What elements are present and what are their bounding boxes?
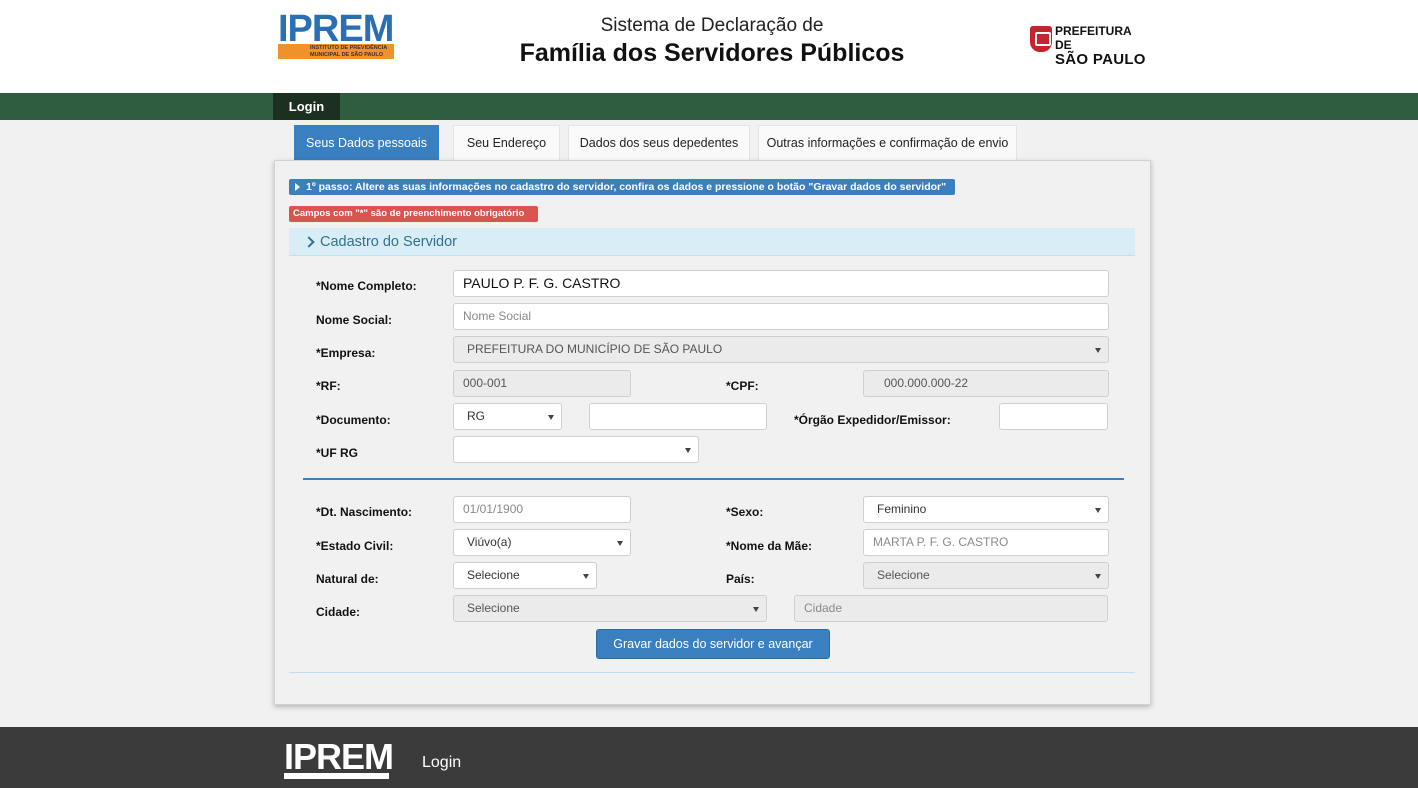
documento-label: *Documento: (316, 413, 391, 427)
page-header: IPREM INSTITUTO DE PREVIDÊNCIA MUNICIPAL… (0, 0, 1418, 93)
footer-logo-bar (284, 773, 389, 779)
prefeitura-line2: SÃO PAULO (1055, 51, 1146, 68)
estado-civil-select[interactable]: Viúvo(a) (453, 529, 631, 556)
uf-rg-label: *UF RG (316, 446, 358, 460)
chevron-down-icon (548, 415, 554, 420)
sp-crest-icon (1030, 26, 1052, 52)
section-header[interactable]: Cadastro do Servidor (289, 228, 1135, 256)
cidade-label: Cidade: (316, 605, 361, 619)
prefeitura-logo[interactable]: PREFEITURA DE SÃO PAULO (1030, 24, 1150, 68)
iprem-subtitle-line1: INSTITUTO DE PREVIDÊNCIA (310, 45, 388, 51)
tab-dados-pessoais[interactable]: Seus Dados pessoais (294, 125, 439, 160)
nome-mae-label: *Nome da Mãe: (726, 539, 813, 553)
form-panel: 1º passo: Altere as suas informações no … (274, 160, 1151, 705)
page-title: Sistema de Declaração de Família dos Ser… (460, 14, 964, 68)
chevron-down-icon (753, 607, 759, 612)
nome-social-input[interactable]: Nome Social (453, 303, 1109, 330)
title-line1: Sistema de Declaração de (600, 15, 824, 36)
natural-de-select[interactable]: Selecione (453, 562, 597, 589)
nome-completo-input[interactable]: PAULO P. F. G. CASTRO (453, 270, 1109, 297)
save-and-next-button[interactable]: Gravar dados do servidor e avançar (596, 629, 830, 659)
cidade-input[interactable]: Cidade (794, 595, 1108, 622)
chevron-down-icon (1095, 574, 1101, 579)
prefeitura-text: PREFEITURA DE SÃO PAULO (1055, 24, 1150, 68)
dt-nascimento-label: *Dt. Nascimento: (316, 505, 413, 519)
documento-type-select[interactable]: RG (453, 403, 562, 430)
orgao-emissor-label: *Órgão Expedidor/Emissor: (794, 413, 951, 427)
iprem-logo[interactable]: IPREM INSTITUTO DE PREVIDÊNCIA MUNICIPAL… (278, 10, 394, 60)
iprem-logo-text: IPREM (278, 8, 394, 50)
chevron-right-icon (303, 236, 315, 248)
natural-de-label: Natural de: (316, 572, 379, 586)
pais-value: Selecione (877, 568, 930, 582)
tab-outras-informacoes[interactable]: Outras informações e confirmação de envi… (758, 125, 1017, 160)
sexo-value: Feminino (877, 502, 927, 516)
orgao-emissor-input[interactable] (999, 403, 1108, 430)
chevron-down-icon (617, 541, 623, 546)
nome-completo-label: *Nome Completo: (316, 279, 417, 293)
page-footer: IPREM Login (0, 727, 1418, 788)
iprem-logo-subtitle: INSTITUTO DE PREVIDÊNCIA MUNICIPAL DE SÃ… (310, 45, 387, 58)
chevron-down-icon (583, 574, 589, 579)
sexo-select[interactable]: Feminino (863, 496, 1109, 523)
chevron-down-icon (1095, 508, 1101, 513)
footer-iprem-logo[interactable]: IPREM (284, 739, 394, 775)
cidade-select[interactable]: Selecione (453, 595, 767, 622)
caret-right-icon (295, 183, 300, 191)
uf-rg-select[interactable] (453, 436, 699, 463)
empresa-label: *Empresa: (316, 346, 376, 360)
step-badge-text: 1º passo: Altere as suas informações no … (306, 181, 947, 193)
rf-label: *RF: (316, 379, 341, 393)
chevron-down-icon (685, 448, 691, 453)
nome-mae-input[interactable]: MARTA P. F. G. CASTRO (863, 529, 1109, 556)
rf-input[interactable]: 000-001 (453, 370, 631, 397)
section-title: Cadastro do Servidor (320, 234, 458, 250)
sexo-label: *Sexo: (726, 505, 764, 519)
title-line2: Família dos Servidores Públicos (519, 39, 905, 67)
footer-login-link[interactable]: Login (422, 754, 461, 772)
pais-select[interactable]: Selecione (863, 562, 1109, 589)
pais-label: País: (726, 572, 755, 586)
cidade-select-value: Selecione (467, 601, 520, 615)
natural-de-value: Selecione (467, 568, 520, 582)
cpf-label: *CPF: (726, 379, 759, 393)
iprem-subtitle-line2: MUNICIPAL DE SÃO PAULO (310, 51, 384, 58)
navbar: Login (0, 93, 1418, 120)
panel-bottom-line (289, 672, 1135, 673)
required-badge: Campos com "*" são de preenchimento obri… (289, 206, 538, 222)
tab-dependentes[interactable]: Dados dos seus depedentes (568, 125, 750, 160)
section-divider (303, 478, 1124, 480)
tab-endereco[interactable]: Seu Endereço (453, 125, 560, 160)
nome-social-label: Nome Social: (316, 313, 393, 327)
nav-login-link[interactable]: Login (273, 93, 340, 120)
cpf-input[interactable]: 000.000.000-22 (863, 370, 1109, 397)
estado-civil-label: *Estado Civil: (316, 539, 394, 553)
prefeitura-line1: PREFEITURA DE (1055, 24, 1132, 52)
dt-nascimento-input[interactable]: 01/01/1900 (453, 496, 631, 523)
empresa-select[interactable]: PREFEITURA DO MUNICÍPIO DE SÃO PAULO (453, 336, 1109, 363)
chevron-down-icon (1095, 348, 1101, 353)
estado-civil-value: Viúvo(a) (467, 535, 512, 549)
documento-number-input[interactable] (589, 403, 767, 430)
documento-type-value: RG (467, 409, 485, 423)
step-badge: 1º passo: Altere as suas informações no … (289, 179, 955, 195)
empresa-select-value: PREFEITURA DO MUNICÍPIO DE SÃO PAULO (467, 342, 723, 356)
